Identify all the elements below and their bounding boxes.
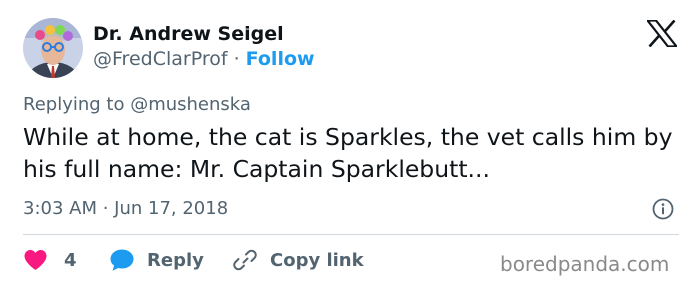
tweet-timestamp[interactable]: 3:03 AM · Jun 17, 2018 (23, 197, 228, 221)
handle-separator: · (233, 48, 240, 70)
like-button[interactable]: 4 (23, 247, 77, 273)
author-display-name[interactable]: Dr. Andrew Seigel (93, 22, 284, 46)
tweet-text: While at home, the cat is Sparkles, the … (23, 123, 673, 183)
copy-link-button[interactable]: Copy link (232, 247, 364, 273)
reply-context: Replying to @mushenska (23, 94, 251, 115)
divider (23, 234, 679, 235)
author-handle-line: @FredClarProf · Follow (93, 47, 315, 71)
like-count: 4 (64, 249, 77, 271)
link-icon (232, 248, 258, 272)
info-icon[interactable] (652, 198, 674, 220)
copy-link-label: Copy link (270, 249, 364, 271)
reply-label: Reply (147, 249, 204, 271)
speech-bubble-icon (109, 248, 135, 272)
avatar[interactable] (23, 18, 83, 78)
reply-button[interactable]: Reply (109, 247, 204, 273)
author-handle[interactable]: @FredClarProf (93, 48, 228, 70)
follow-button[interactable]: Follow (246, 48, 315, 70)
avatar-image (23, 18, 83, 78)
watermark: boredpanda.com (500, 252, 670, 276)
heart-icon (23, 249, 48, 271)
x-logo-icon[interactable] (645, 19, 679, 48)
